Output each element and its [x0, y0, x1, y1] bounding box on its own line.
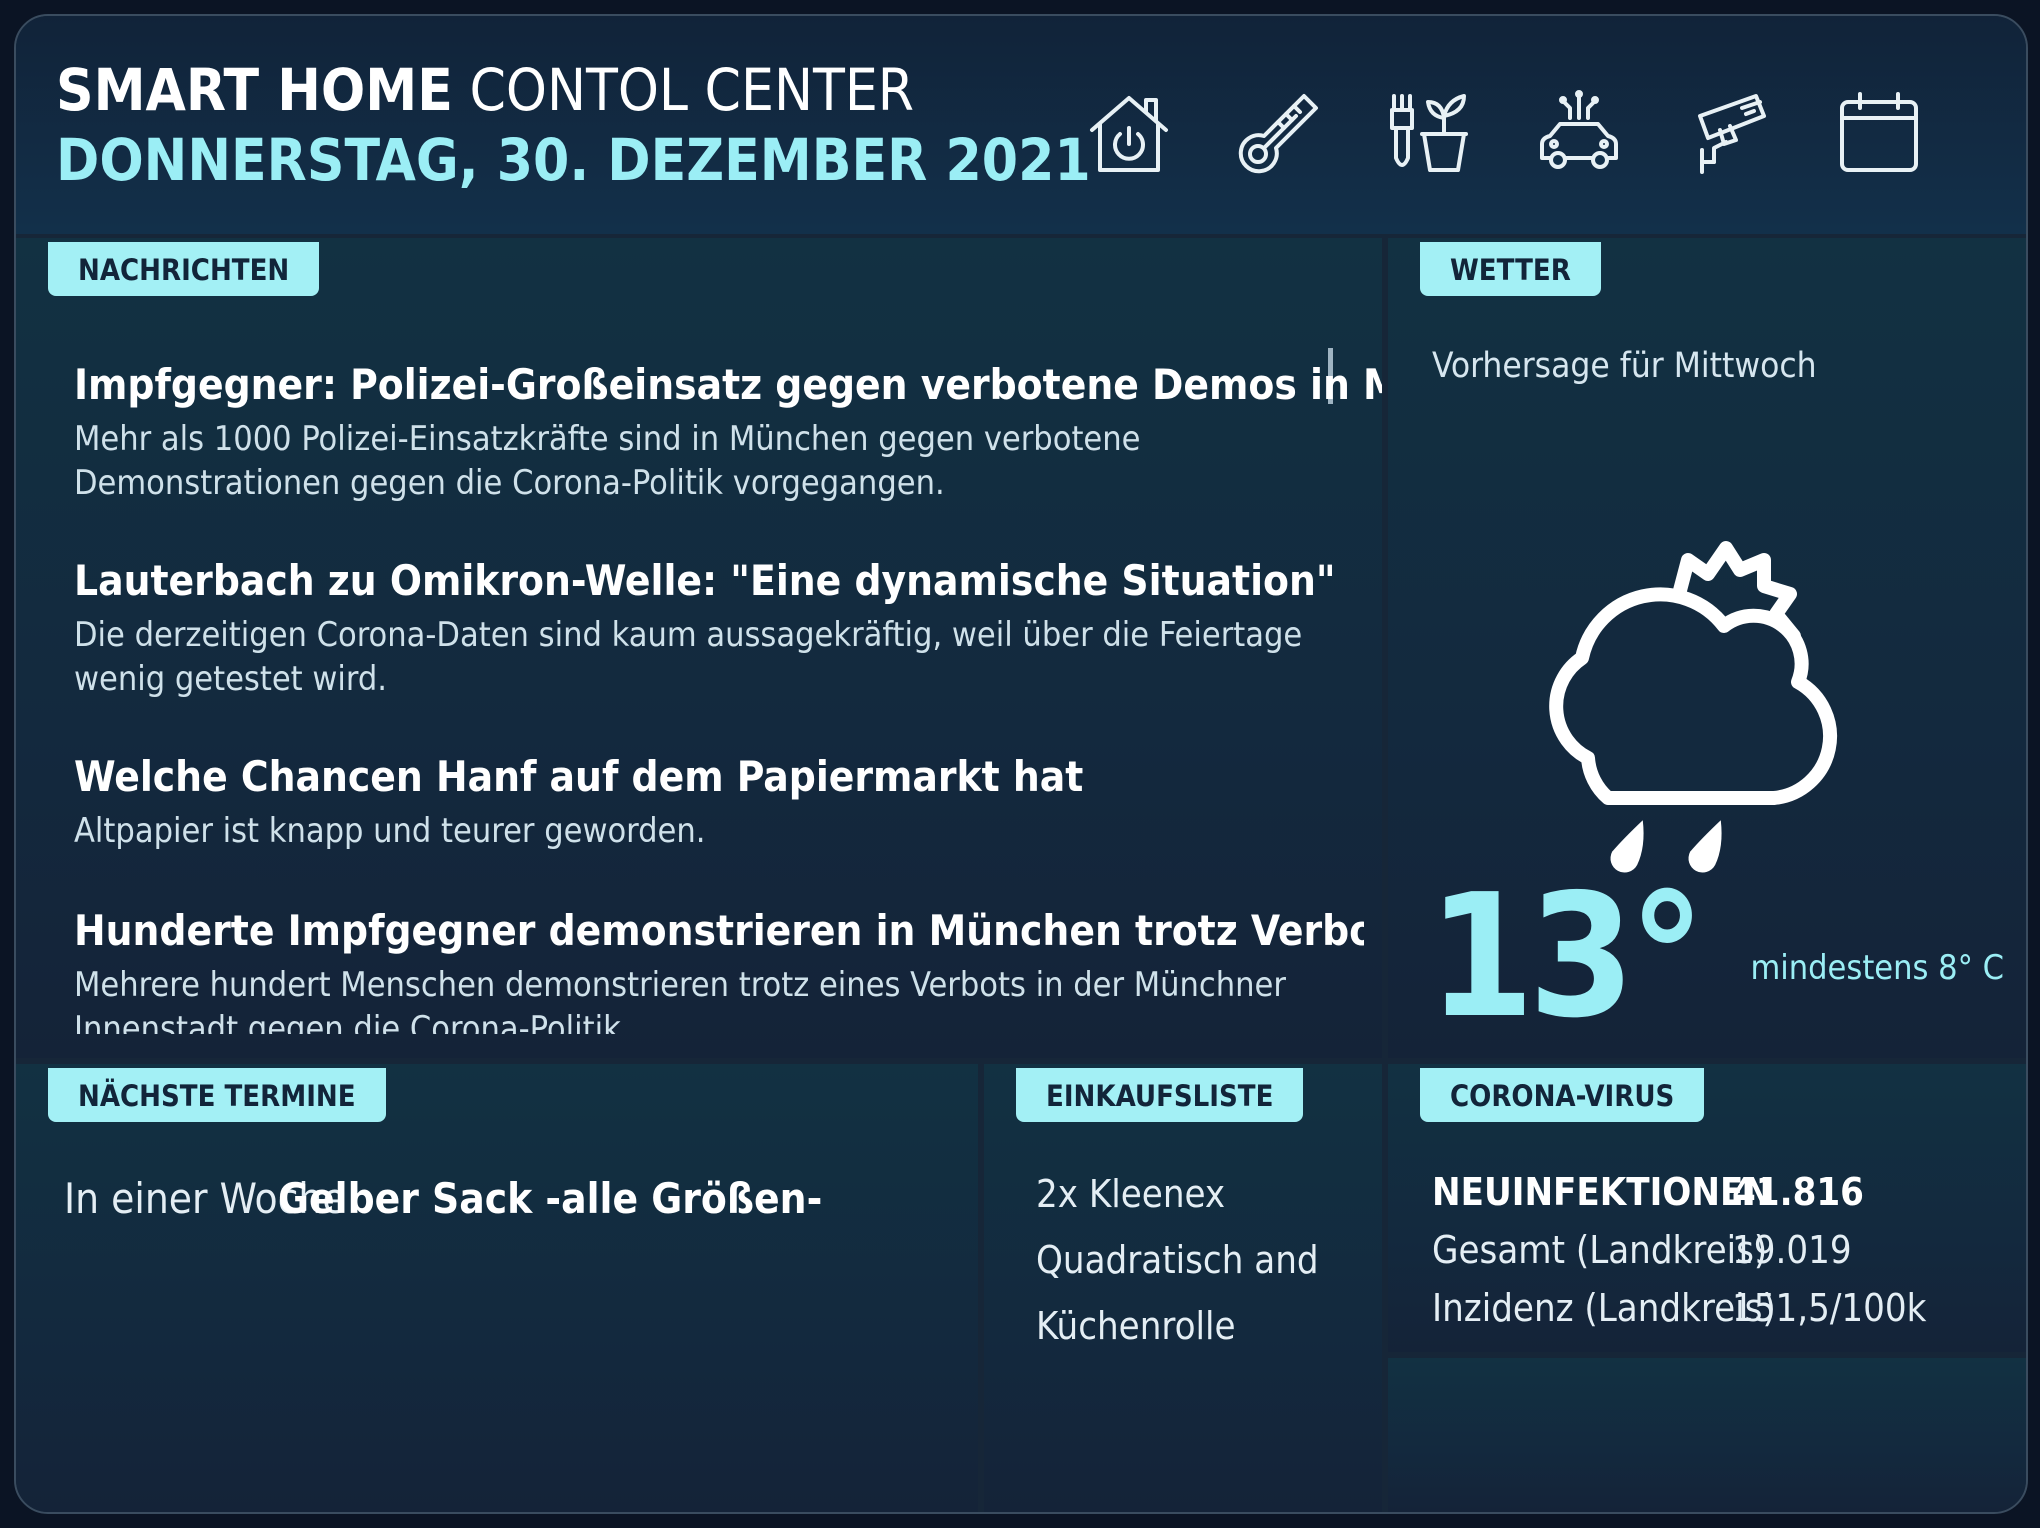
- shopping-list-item[interactable]: Quadratisch and: [1036, 1238, 1319, 1282]
- weather-panel: WETTER Vorhersage für Mittwoch 13° minde…: [1388, 238, 2026, 1058]
- total-cases-value: 19.019: [1732, 1228, 1852, 1272]
- total-cases-label: Gesamt (Landkreis): [1432, 1228, 1768, 1272]
- shopping-list-item[interactable]: Küchenrolle: [1036, 1304, 1236, 1348]
- connected-car-icon[interactable]: [1534, 88, 1624, 178]
- current-temperature: 13°: [1428, 858, 1705, 1056]
- news-tag: NACHRICHTEN: [48, 242, 320, 296]
- corona-tag: CORONA-VIRUS: [1420, 1068, 1705, 1122]
- news-item[interactable]: Lauterbach zu Omikron-Welle: "Eine dynam…: [74, 556, 1364, 701]
- current-date: DONNERSTAG, 30. DEZEMBER 2021: [56, 126, 1091, 194]
- forecast-day: Vorhersage für Mittwoch: [1432, 346, 1817, 386]
- news-headline: Lauterbach zu Omikron-Welle: "Eine dynam…: [74, 556, 1336, 605]
- corona-panel: CORONA-VIRUS NEUINFEKTIONEN 41.816 Gesam…: [1388, 1064, 2026, 1352]
- app-title: SMART HOME CONTOL CENTER: [56, 56, 914, 124]
- news-headline: Welche Chancen Hanf auf dem Papiermarkt …: [74, 752, 1084, 801]
- appointment-title[interactable]: Gelber Sack -alle Größen-: [278, 1174, 822, 1223]
- news-item[interactable]: Hunderte Impfgegner demonstrieren in Mün…: [74, 906, 1364, 1034]
- new-infections-label: NEUINFEKTIONEN: [1432, 1170, 1772, 1214]
- empty-panel: [1388, 1358, 2026, 1512]
- appointments-panel: NÄCHSTE TERMINE In einer Woche Gelber Sa…: [16, 1064, 978, 1512]
- appointments-tag: NÄCHSTE TERMINE: [48, 1068, 386, 1122]
- header: SMART HOME CONTOL CENTER DONNERSTAG, 30.…: [16, 16, 2026, 234]
- incidence-label: Inzidenz (Landkreis): [1432, 1286, 1776, 1330]
- app-title-bold: SMART HOME: [56, 56, 453, 124]
- incidence-value: 151,5/100k: [1732, 1286, 1927, 1330]
- minimum-temperature: mindestens 8° C: [1750, 948, 2004, 988]
- news-item[interactable]: Impfgegner: Polizei-Großeinsatz gegen ve…: [74, 360, 1382, 505]
- garden-plant-icon[interactable]: [1384, 88, 1474, 178]
- security-camera-icon[interactable]: [1684, 88, 1774, 178]
- news-teaser: Mehrere hundert Menschen demonstrieren t…: [74, 965, 1286, 1034]
- news-panel: NACHRICHTEN Impfgegner: Polizei-Großeins…: [16, 238, 1382, 1058]
- thermometer-icon[interactable]: [1234, 88, 1324, 178]
- news-teaser: Altpapier ist knapp und teurer geworden.: [74, 811, 706, 851]
- calendar-icon[interactable]: [1834, 88, 1924, 178]
- dashboard-frame: SMART HOME CONTOL CENTER DONNERSTAG, 30.…: [14, 14, 2028, 1514]
- app-title-light: CONTOL CENTER: [469, 56, 915, 124]
- news-headline: Hunderte Impfgegner demonstrieren in Mün…: [74, 906, 1364, 955]
- shopping-list-panel: EINKAUFSLISTE 2x Kleenex Quadratisch and…: [984, 1064, 1382, 1512]
- news-teaser: Mehr als 1000 Polizei-Einsatzkräfte sind…: [74, 419, 1141, 503]
- weather-tag: WETTER: [1420, 242, 1601, 296]
- news-headline: Impfgegner: Polizei-Großeinsatz gegen ve…: [74, 360, 1382, 409]
- partly-cloudy-rain-icon: [1528, 508, 1888, 878]
- news-teaser: Die derzeitigen Corona-Daten sind kaum a…: [74, 615, 1303, 699]
- shopping-list-item[interactable]: 2x Kleenex: [1036, 1172, 1225, 1216]
- news-item[interactable]: Welche Chancen Hanf auf dem Papiermarkt …: [74, 752, 1364, 853]
- shopping-list-tag: EINKAUFSLISTE: [1016, 1068, 1304, 1122]
- new-infections-value: 41.816: [1732, 1170, 1864, 1214]
- smart-home-power-icon[interactable]: [1084, 88, 1174, 178]
